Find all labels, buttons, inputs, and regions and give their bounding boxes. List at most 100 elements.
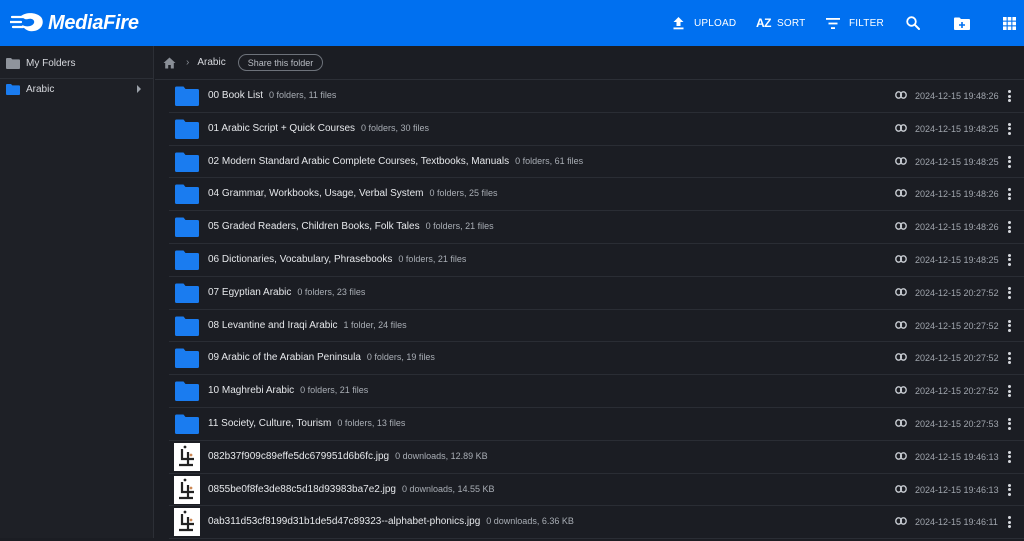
more-icon[interactable] (1003, 351, 1017, 365)
more-icon[interactable] (1003, 483, 1017, 497)
item-name[interactable]: 04 Grammar, Workbooks, Usage, Verbal Sys… (208, 188, 498, 199)
item-name[interactable]: 0855be0f8fe3de88c5d18d93983ba7e2.jpg 0 do… (208, 484, 495, 495)
item-meta: 0 downloads, 14.55 KB (401, 483, 495, 494)
folder-row[interactable]: 00 Book List 0 folders, 11 files 2024-12-1… (169, 80, 1024, 113)
item-name[interactable]: 06 Dictionaries, Vocabulary, Phrasebooks… (208, 254, 466, 265)
upload-button[interactable]: UPLOAD (672, 0, 736, 46)
link-icon[interactable] (895, 91, 907, 99)
item-title: 04 Grammar, Workbooks, Usage, Verbal Sys… (208, 188, 424, 200)
link-icon[interactable] (895, 320, 907, 329)
item-date: 2024-12-15 19:48:26 (915, 189, 999, 200)
sidebar: My Folders Arabic (0, 46, 154, 538)
sidebar-item-my-folders[interactable]: My Folders (0, 50, 153, 76)
home-icon[interactable] (163, 57, 176, 69)
link-icon[interactable] (895, 419, 907, 427)
link-icon[interactable] (895, 189, 907, 198)
sidebar-item-arabic[interactable]: Arabic (0, 76, 153, 102)
folder-icon (175, 414, 199, 434)
filter-button[interactable]: FILTER (826, 0, 884, 46)
expand-arrow-icon[interactable] (137, 85, 141, 93)
folder-row[interactable]: 05 Graded Readers, Children Books, Folk … (169, 211, 1024, 244)
more-icon[interactable] (1003, 515, 1017, 529)
image-thumbnail (174, 442, 200, 471)
item-meta: 0 folders, 21 files (398, 253, 467, 264)
link-icon[interactable] (895, 123, 907, 132)
folder-row[interactable]: 06 Dictionaries, Vocabulary, Phrasebooks… (169, 244, 1024, 277)
item-name[interactable]: 02 Modern Standard Arabic Complete Cours… (208, 156, 583, 167)
folder-row[interactable]: 10 Maghrebi Arabic 0 folders, 21 files 202… (169, 375, 1024, 408)
item-name[interactable]: 11 Society, Culture, Tourism 0 folders, 1… (208, 418, 405, 429)
more-icon[interactable] (1003, 187, 1017, 201)
sidebar-item-label: My Folders (26, 57, 76, 69)
grid-view-button[interactable] (1003, 0, 1016, 46)
item-name[interactable]: 05 Graded Readers, Children Books, Folk … (208, 221, 494, 232)
item-title: 01 Arabic Script + Quick Courses (208, 122, 356, 134)
folder-icon (175, 217, 199, 238)
more-icon[interactable] (1003, 122, 1017, 136)
item-meta: 0 downloads, 12.89 KB (395, 450, 488, 461)
item-date: 2024-12-15 20:27:52 (915, 386, 999, 397)
link-icon[interactable] (895, 386, 907, 395)
folder-row[interactable]: 07 Egyptian Arabic 0 folders, 23 files 202… (169, 277, 1024, 310)
item-name[interactable]: 00 Book List 0 folders, 11 files (208, 90, 336, 101)
more-icon[interactable] (1003, 220, 1017, 234)
item-date: 2024-12-15 20:27:52 (915, 320, 999, 331)
file-row[interactable]: 0ab311d53cf8199d31b1de5d47c89323--alphab… (169, 506, 1024, 540)
item-meta: 0 folders, 61 files (515, 155, 584, 166)
more-icon[interactable] (1003, 155, 1017, 169)
sort-button[interactable]: AZ SORT (756, 0, 805, 46)
file-row[interactable]: 0855be0f8fe3de88c5d18d93983ba7e2.jpg 0 do… (169, 474, 1024, 507)
sort-label: SORT (777, 17, 806, 29)
link-icon[interactable] (895, 517, 907, 526)
link-icon[interactable] (895, 287, 907, 296)
item-meta: 0 folders, 30 files (361, 122, 430, 133)
item-title: 0ab311d53cf8199d31b1de5d47c89323--alphab… (208, 516, 481, 528)
item-meta: 0 folders, 19 files (366, 352, 435, 363)
item-date: 2024-12-15 19:48:26 (915, 91, 999, 101)
folder-row[interactable]: 01 Arabic Script + Quick Courses 0 folder… (169, 113, 1024, 146)
item-date: 2024-12-15 20:27:52 (915, 353, 999, 364)
item-name[interactable]: 01 Arabic Script + Quick Courses 0 folder… (208, 123, 429, 134)
folder-row[interactable]: 09 Arabic of the Arabian Peninsula 0 fold… (169, 342, 1024, 376)
more-icon[interactable] (1003, 417, 1017, 431)
item-name[interactable]: 10 Maghrebi Arabic 0 folders, 21 files (208, 385, 368, 396)
share-folder-button[interactable]: Share this folder (237, 54, 324, 71)
item-name[interactable]: 0ab311d53cf8199d31b1de5d47c89323--alphab… (208, 516, 574, 527)
new-folder-button[interactable] (954, 0, 970, 46)
link-icon[interactable] (895, 255, 907, 263)
item-date: 2024-12-15 19:46:11 (915, 517, 998, 528)
more-icon[interactable] (1003, 384, 1017, 398)
folder-icon (175, 316, 199, 336)
more-icon[interactable] (1003, 319, 1017, 333)
more-icon[interactable] (1003, 286, 1017, 300)
folder-row[interactable]: 08 Levantine and Iraqi Arabic 1 folder, 2… (169, 310, 1024, 343)
link-icon[interactable] (895, 222, 907, 231)
more-icon[interactable] (1003, 253, 1017, 267)
mediafire-logo[interactable]: MediaFire (10, 9, 139, 37)
link-icon[interactable] (895, 451, 907, 460)
image-thumbnail (174, 508, 200, 537)
item-name[interactable]: 082b37f909c89effe5dc679951d6b6fc.jpg 0 do… (208, 451, 488, 462)
folder-row[interactable]: 04 Grammar, Workbooks, Usage, Verbal Sys… (169, 178, 1024, 212)
item-name[interactable]: 08 Levantine and Iraqi Arabic 1 folder, 2… (208, 320, 407, 331)
more-icon[interactable] (1003, 450, 1017, 464)
folder-icon (175, 250, 199, 270)
item-name[interactable]: 09 Arabic of the Arabian Peninsula 0 fold… (208, 352, 435, 363)
file-row[interactable]: 082b37f909c89effe5dc679951d6b6fc.jpg 0 do… (169, 441, 1024, 474)
more-icon[interactable] (1003, 89, 1017, 103)
item-title: 082b37f909c89effe5dc679951d6b6fc.jpg (208, 450, 390, 462)
folder-row[interactable]: 02 Modern Standard Arabic Complete Cours… (169, 146, 1024, 179)
item-date: 2024-12-15 19:48:26 (915, 222, 999, 233)
link-icon[interactable] (895, 353, 907, 362)
item-title: 05 Graded Readers, Children Books, Folk … (208, 221, 420, 233)
link-icon[interactable] (895, 156, 907, 165)
item-name[interactable]: 07 Egyptian Arabic 0 folders, 23 files (208, 287, 365, 298)
item-title: 07 Egyptian Arabic (208, 286, 292, 298)
new-folder-icon (954, 17, 970, 30)
link-icon[interactable] (895, 484, 907, 493)
grid-view-icon (1003, 16, 1016, 30)
search-button[interactable] (906, 0, 920, 46)
folder-row[interactable]: 11 Society, Culture, Tourism 0 folders, 1… (169, 408, 1024, 441)
search-icon (906, 16, 920, 30)
sort-icon: AZ (756, 16, 772, 30)
